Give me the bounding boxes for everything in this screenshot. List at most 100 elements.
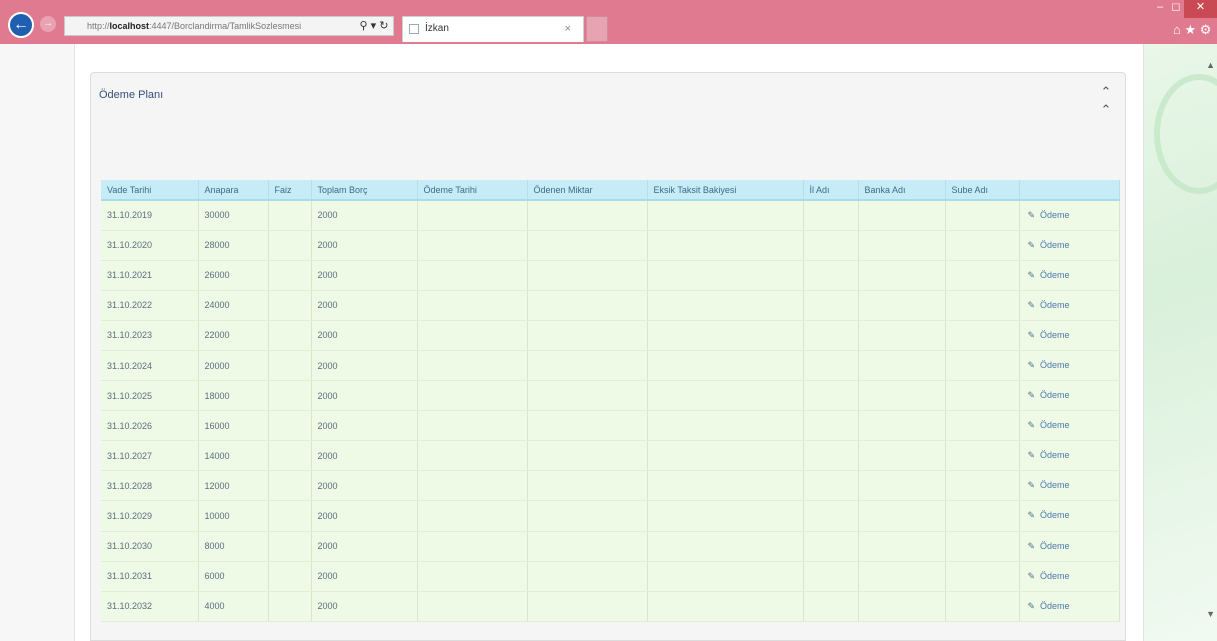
- address-bar[interactable]: http://localhost:4447/Borclandirma/Tamli…: [64, 16, 394, 36]
- cell-odenen-miktar: [527, 320, 648, 351]
- table-row: 31.10.2024 20000 2000 ✎ Ödeme: [101, 350, 1120, 382]
- odeme-button[interactable]: ✎ Ödeme: [1028, 601, 1070, 611]
- cell-anapara: 22000: [198, 320, 269, 351]
- cell-odenen-miktar: [527, 531, 648, 562]
- odeme-label: Ödeme: [1040, 570, 1070, 581]
- cell-anapara: 28000: [198, 230, 269, 261]
- cell-anapara: 10000: [198, 500, 269, 532]
- cell-anapara: 12000: [198, 470, 269, 502]
- cell-odenen-miktar: [527, 380, 648, 412]
- odeme-button[interactable]: ✎ Ödeme: [1028, 480, 1070, 490]
- left-gutter: [0, 44, 74, 641]
- new-tab-button[interactable]: [586, 16, 608, 42]
- column-header: Banka Adı: [858, 180, 946, 201]
- tab-title: İzkan: [425, 23, 449, 34]
- cell-action: ✎ Ödeme: [1019, 290, 1120, 321]
- cell-toplam-borc: 2000: [311, 380, 418, 412]
- minimize-icon[interactable]: –: [1152, 0, 1168, 18]
- maximize-icon[interactable]: ◻: [1168, 0, 1184, 18]
- pencil-icon: ✎: [1027, 269, 1036, 280]
- cell-odenen-miktar: [527, 591, 648, 622]
- panel-title: Ödeme Planı: [99, 89, 164, 101]
- forward-arrow-icon[interactable]: →: [40, 16, 56, 32]
- scroll-up-arrow-icon[interactable]: ▲: [1206, 60, 1215, 70]
- column-header: Ödeme Tarihi: [417, 180, 528, 201]
- cell-odeme-tarihi: [417, 320, 528, 351]
- search-icon[interactable]: ⚲: [360, 20, 368, 32]
- cell-eksik-taksit: [647, 350, 804, 382]
- cell-il-adi: [803, 200, 859, 231]
- cell-il-adi: [803, 350, 859, 382]
- cell-banka-adi: [858, 290, 946, 321]
- cell-faiz: [268, 531, 312, 562]
- url-host: localhost: [109, 21, 150, 31]
- favorites-star-icon[interactable]: ★: [1184, 22, 1196, 37]
- odeme-button[interactable]: ✎ Ödeme: [1028, 270, 1070, 280]
- cell-anapara: 8000: [198, 531, 269, 562]
- column-header: Ödenen Miktar: [527, 180, 648, 201]
- odeme-button[interactable]: ✎ Ödeme: [1028, 420, 1070, 430]
- cell-action: ✎ Ödeme: [1019, 260, 1120, 291]
- close-window-icon[interactable]: ✕: [1184, 0, 1217, 18]
- refresh-icon[interactable]: ↻: [379, 20, 388, 32]
- cell-toplam-borc: 2000: [311, 230, 418, 261]
- cell-odeme-tarihi: [417, 561, 528, 592]
- cell-anapara: 16000: [198, 410, 269, 442]
- odeme-label: Ödeme: [1040, 390, 1070, 401]
- pencil-icon: ✎: [1027, 209, 1036, 220]
- cell-anapara: 4000: [198, 591, 269, 622]
- cell-odenen-miktar: [527, 230, 648, 261]
- odeme-label: Ödeme: [1040, 450, 1070, 461]
- odeme-button[interactable]: ✎ Ödeme: [1028, 450, 1070, 460]
- table-row: 31.10.2019 30000 2000 ✎ Ödeme: [101, 200, 1120, 231]
- cell-banka-adi: [858, 380, 946, 412]
- address-controls[interactable]: ⚲ ▾ ↻: [350, 16, 398, 36]
- cell-odenen-miktar: [527, 500, 648, 532]
- odeme-label: Ödeme: [1040, 299, 1070, 310]
- cell-vade-tarihi: 31.10.2028: [101, 470, 199, 502]
- table-row: 31.10.2030 8000 2000 ✎ Ödeme: [101, 531, 1120, 562]
- cell-il-adi: [803, 470, 859, 502]
- odeme-button[interactable]: ✎ Ödeme: [1028, 390, 1070, 400]
- odeme-button[interactable]: ✎ Ödeme: [1028, 240, 1070, 250]
- pencil-icon: ✎: [1027, 570, 1036, 581]
- cell-action: ✎ Ödeme: [1019, 591, 1120, 622]
- browser-tab[interactable]: İzkan ×: [402, 16, 584, 42]
- odeme-button[interactable]: ✎ Ödeme: [1028, 210, 1070, 220]
- odeme-button[interactable]: ✎ Ödeme: [1028, 541, 1070, 551]
- cell-eksik-taksit: [647, 470, 804, 502]
- cell-odeme-tarihi: [417, 200, 528, 231]
- cell-il-adi: [803, 440, 859, 472]
- odeme-button[interactable]: ✎ Ödeme: [1028, 300, 1070, 310]
- cell-banka-adi: [858, 230, 946, 261]
- cell-sube-adi: [945, 260, 1020, 291]
- settings-gear-icon[interactable]: ⚙: [1200, 22, 1212, 37]
- pencil-icon: ✎: [1027, 540, 1036, 551]
- collapse-chevron-icon[interactable]: ⌃ ⌃: [1097, 83, 1115, 117]
- cell-banka-adi: [858, 470, 946, 502]
- cell-faiz: [268, 380, 312, 412]
- cell-vade-tarihi: 31.10.2020: [101, 230, 199, 261]
- odeme-button[interactable]: ✎ Ödeme: [1028, 510, 1070, 520]
- cell-action: ✎ Ödeme: [1019, 320, 1120, 351]
- odeme-button[interactable]: ✎ Ödeme: [1028, 360, 1070, 370]
- cell-action: ✎ Ödeme: [1019, 350, 1120, 382]
- home-icon[interactable]: ⌂: [1173, 22, 1181, 37]
- cell-vade-tarihi: 31.10.2025: [101, 380, 199, 412]
- column-header: [1019, 180, 1120, 201]
- back-arrow-icon[interactable]: ←: [8, 12, 34, 38]
- pencil-icon: ✎: [1027, 329, 1036, 340]
- cell-odenen-miktar: [527, 440, 648, 472]
- odeme-button[interactable]: ✎ Ödeme: [1028, 571, 1070, 581]
- cell-action: ✎ Ödeme: [1019, 200, 1120, 231]
- scroll-down-arrow-icon[interactable]: ▼: [1206, 609, 1215, 619]
- cell-eksik-taksit: [647, 380, 804, 412]
- cell-vade-tarihi: 31.10.2026: [101, 410, 199, 442]
- cell-banka-adi: [858, 410, 946, 442]
- table-row: 31.10.2027 14000 2000 ✎ Ödeme: [101, 440, 1120, 472]
- table-row: 31.10.2020 28000 2000 ✎ Ödeme: [101, 230, 1120, 261]
- cell-odeme-tarihi: [417, 230, 528, 261]
- odeme-button[interactable]: ✎ Ödeme: [1028, 330, 1070, 340]
- table-row: 31.10.2026 16000 2000 ✎ Ödeme: [101, 410, 1120, 442]
- tab-close-icon[interactable]: ×: [565, 17, 571, 41]
